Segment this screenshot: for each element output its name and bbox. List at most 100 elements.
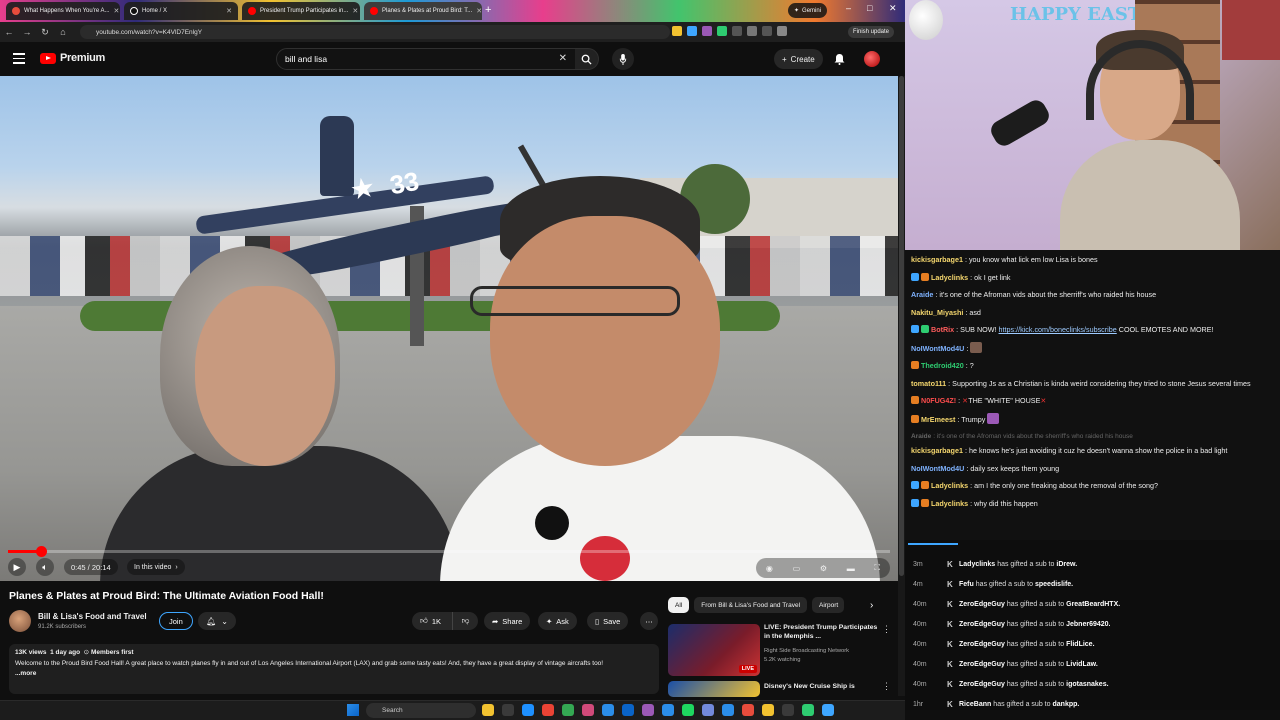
sub-recipient[interactable]: GreatBeardHTX. [1066,601,1120,608]
search-input[interactable]: bill and lisa ✕ [276,48,576,70]
taskbar-app-icon[interactable] [602,704,614,716]
settings-gear-icon[interactable]: ⚙ [820,564,827,573]
chip-all[interactable]: All [668,597,690,613]
channel-avatar[interactable] [9,610,31,632]
sub-recipient[interactable]: iDrew. [1056,561,1077,568]
sub-gifter[interactable]: ZeroEdgeGuy [959,641,1005,648]
tab-0[interactable]: What Happens When You're A... ✕ [6,2,120,20]
search-button[interactable] [575,48,599,70]
more-vert-icon[interactable]: ⋮ [882,624,891,635]
sub-recipient[interactable]: igotasnakes. [1066,681,1108,688]
dislike-button[interactable]: 👎︎ [452,612,478,630]
extension-icon[interactable] [732,26,742,36]
forward-icon[interactable]: → [18,27,36,37]
account-avatar[interactable] [864,51,880,67]
extension-icon[interactable] [717,26,727,36]
sub-recipient[interactable]: Jebner69420. [1066,621,1110,628]
recommended-channel[interactable]: Right Side Broadcasting Network [764,648,849,654]
chat-username[interactable]: Nakitu_Miyashi [911,308,963,317]
channel-name[interactable]: Bill & Lisa's Food and Travel [38,612,147,621]
windows-start-icon[interactable] [347,704,359,716]
chat-username[interactable]: Ladyclinks [931,273,968,282]
sub-recipient[interactable]: speedislife. [1035,581,1073,588]
sub-gifter[interactable]: RiceBann [959,701,991,708]
chat-username[interactable]: Araide [911,433,931,440]
sub-gifter[interactable]: ZeroEdgeGuy [959,681,1005,688]
chapter-button[interactable]: In this video › [127,559,185,575]
taskbar-app-icon[interactable] [542,704,554,716]
minimize-icon[interactable]: – [846,3,851,13]
home-icon[interactable]: ⌂ [54,27,72,37]
close-window-icon[interactable]: ✕ [889,3,897,14]
fullscreen-icon[interactable]: ⛶ [875,563,881,573]
sub-gifter[interactable]: ZeroEdgeGuy [959,621,1005,628]
close-icon[interactable]: ✕ [352,7,358,15]
chat-username[interactable]: Thedroid420 [921,361,964,370]
sub-gifter[interactable]: ZeroEdgeGuy [959,661,1005,668]
gemini-button[interactable]: ✦ Gemini [788,3,828,18]
chat-username[interactable]: Araide [911,290,933,299]
reload-icon[interactable]: ↻ [36,27,54,38]
extension-icon[interactable] [672,26,682,36]
video-player[interactable]: ★ 33 [0,76,898,581]
autoplay-toggle-icon[interactable]: ◉ [766,564,773,573]
volume-icon[interactable]: 🔈︎ [36,558,54,576]
taskbar-app-icon[interactable] [662,704,674,716]
taskbar-app-icon[interactable] [682,704,694,716]
recommended-video[interactable]: LIVE LIVE: President Trump Participates … [668,624,892,676]
taskbar-app-icon[interactable] [522,704,534,716]
finish-update-button[interactable]: Finish update [848,26,895,38]
sub-recipient[interactable]: dankpp. [1053,701,1080,708]
new-tab-button[interactable]: + [485,4,491,16]
taskbar-app-icon[interactable] [802,704,814,716]
tab-2[interactable]: President Trump Participates in... ✕ [242,2,360,20]
maximize-icon[interactable]: □ [867,3,872,13]
video-thumbnail[interactable]: LIVE [668,624,760,676]
clear-search-icon[interactable]: ✕ [559,53,567,64]
taskbar-app-icon[interactable] [482,704,494,716]
captions-icon[interactable]: ▭ [793,564,801,573]
ask-button[interactable]: ✦ Ask [538,612,577,630]
create-button[interactable]: + Create [774,49,823,69]
taskbar-app-icon[interactable] [502,704,514,716]
sub-gifter[interactable]: ZeroEdgeGuy [959,601,1005,608]
sub-recipient[interactable]: LividLaw. [1066,661,1098,668]
sub-recipient[interactable]: FlidLice. [1066,641,1094,648]
theater-mode-icon[interactable]: ▬ [847,564,855,573]
sub-gifter[interactable]: Fefu [959,581,974,588]
taskbar-app-icon[interactable] [582,704,594,716]
show-more-link[interactable]: ...more [15,669,653,680]
url-bar[interactable]: youtube.com/watch?v=K4VlD7EnlgY [80,25,670,39]
close-icon[interactable]: ✕ [476,7,482,15]
taskbar-app-icon[interactable] [562,704,574,716]
youtube-logo[interactable]: Premium [40,52,105,64]
progress-bar[interactable] [8,546,890,557]
page-scrollbar[interactable] [898,76,905,696]
sub-gifter[interactable]: Ladyclinks [959,561,995,568]
recommended-video-title[interactable]: LIVE: President Trump Participates in th… [764,624,880,641]
taskbar-app-icon[interactable] [622,704,634,716]
close-icon[interactable]: ✕ [114,7,120,15]
chat-username[interactable]: Ladyclinks [931,499,968,508]
taskbar-app-icon[interactable] [642,704,654,716]
menu-icon[interactable] [13,53,25,67]
tab-1[interactable]: Home / X ✕ [124,2,238,20]
extension-icon[interactable] [687,26,697,36]
chat-username[interactable]: NoIWontMod4U [911,464,964,473]
chat-username[interactable]: N0FUG4Z! [921,396,956,405]
profile-icon[interactable] [777,26,787,36]
more-vert-icon[interactable]: ⋮ [882,681,891,692]
play-button[interactable]: ▶ [8,558,26,576]
like-button[interactable]: 👍︎ 1K [412,612,452,630]
subscription-bell-button[interactable]: 🔔︎ ⌄ [198,612,236,630]
video-thumbnail[interactable] [668,681,760,697]
chat-username[interactable]: BotRix [931,325,954,334]
more-actions-button[interactable]: ⋯ [640,612,658,630]
notifications-bell-icon[interactable] [834,53,845,65]
share-button[interactable]: ➦ Share [484,612,531,630]
close-icon[interactable]: ✕ [226,7,232,15]
chat-username[interactable]: NoIWontMod4U [911,344,964,353]
taskbar-app-icon[interactable] [822,704,834,716]
recommended-video[interactable]: Disney's New Cruise Ship is ⋮ [668,681,892,697]
back-icon[interactable]: ← [0,27,18,37]
